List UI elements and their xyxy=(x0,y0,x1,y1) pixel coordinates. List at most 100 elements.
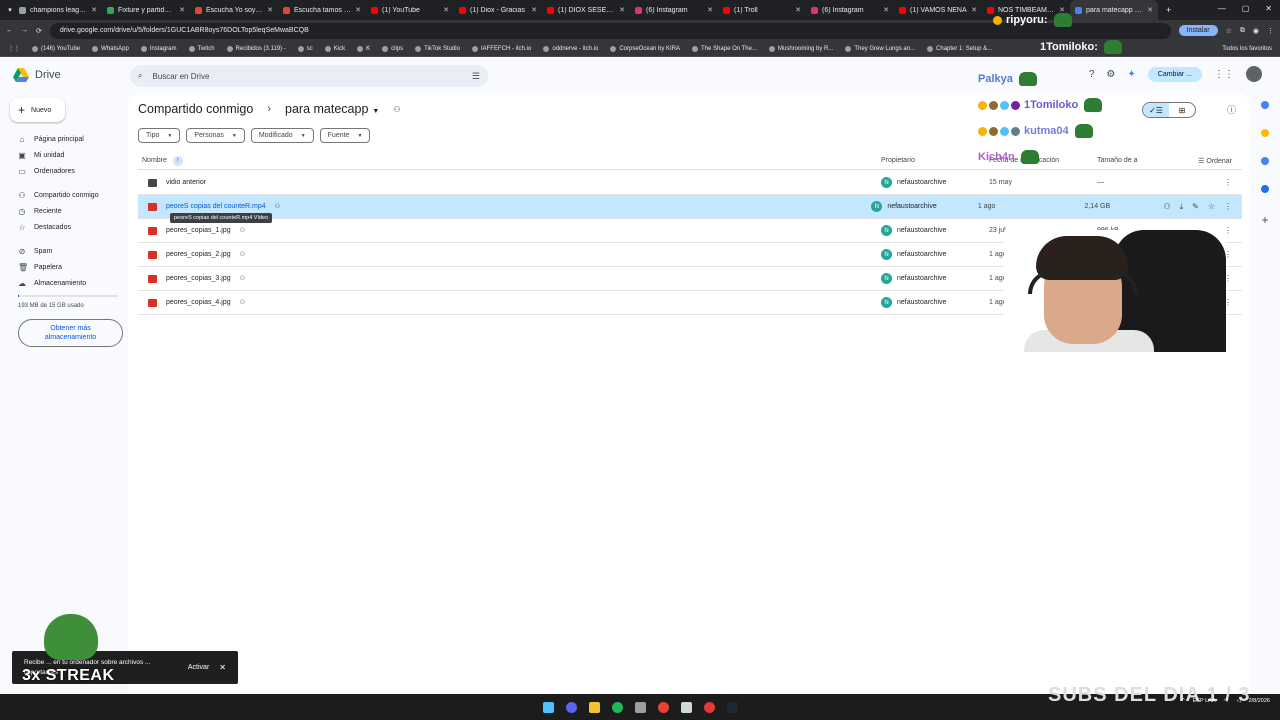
tab-close-icon[interactable]: ✕ xyxy=(619,6,625,14)
bookmark-item[interactable]: WhatsApp xyxy=(92,45,129,52)
keep-icon[interactable] xyxy=(1261,129,1269,137)
bookmark-item[interactable]: The Shape On The... xyxy=(692,45,757,52)
browser-tab[interactable]: Fixture y partidos d ✕ xyxy=(102,0,190,20)
tab-close-icon[interactable]: ✕ xyxy=(267,6,273,14)
reload-icon[interactable]: ⟳ xyxy=(36,27,42,35)
filter-chip-tipo[interactable]: Tipo ▼ xyxy=(138,128,181,143)
volume-icon[interactable]: ◁ xyxy=(1236,698,1240,704)
bookmark-item[interactable]: Chapter 1: Setup &... xyxy=(927,45,992,52)
tab-close-icon[interactable]: ✕ xyxy=(795,6,801,14)
more-actions-icon[interactable]: ⋮ xyxy=(1224,202,1232,212)
calendar-icon[interactable] xyxy=(1261,101,1269,109)
sidebar-item-home[interactable]: ⌂ Página principal xyxy=(10,131,128,147)
wifi-icon[interactable]: ◠ xyxy=(1224,698,1229,704)
file-name[interactable]: peores_copias_1.jpg xyxy=(166,227,231,234)
breadcrumb-current[interactable]: para matecapp ▼ xyxy=(285,102,379,116)
all-bookmarks[interactable]: Todos los favoritos xyxy=(1222,46,1272,52)
file-name[interactable]: vidio anterior xyxy=(166,179,206,186)
install-button[interactable]: Instalar xyxy=(1178,25,1218,36)
windows-start-icon[interactable] xyxy=(542,701,554,713)
extensions-icon[interactable]: ⧉ xyxy=(1240,27,1245,35)
toast-activate-button[interactable]: Activar xyxy=(188,664,209,671)
rename-icon[interactable]: ✎ xyxy=(1192,202,1199,212)
download-icon[interactable]: ⤓ xyxy=(1180,202,1184,212)
table-row[interactable]: peoreS copias del counteR.mp4 ⚇ Nnefaustoa… xyxy=(138,195,1242,223)
bookmarks-apps-icon[interactable]: ⋮⋮ xyxy=(8,45,20,52)
column-name[interactable]: Nombre ↑ xyxy=(138,155,881,166)
new-button[interactable]: + Nuevo xyxy=(10,98,65,122)
sort-arrow-up-icon[interactable]: ↑ xyxy=(172,155,183,166)
bookmark-item[interactable]: Instagram xyxy=(140,45,177,52)
forward-icon[interactable]: → xyxy=(21,27,28,34)
browser-tab[interactable]: (1) Troll ✕ xyxy=(718,0,806,20)
search-bar[interactable]: ⌕ Buscar en Drive ☰ xyxy=(130,65,488,87)
sidebar-item-drive[interactable]: ▣ Mi unidad xyxy=(10,147,128,163)
bookmark-item[interactable]: (146) YouTube xyxy=(32,45,80,52)
share-user-icon[interactable]: ⚇ xyxy=(1163,202,1170,212)
tab-close-icon[interactable]: ✕ xyxy=(1147,6,1153,14)
star-icon[interactable]: ☆ xyxy=(1208,202,1215,212)
bookmark-item[interactable]: sc xyxy=(297,45,313,52)
sidebar-item-trash[interactable]: 🗑 Papelera xyxy=(10,259,128,275)
get-more-storage-button[interactable]: Obtener más almacenamiento xyxy=(18,319,123,347)
apps-grid-icon[interactable]: ⋮⋮ xyxy=(1214,69,1234,80)
tab-close-icon[interactable]: ✕ xyxy=(355,6,361,14)
file-name[interactable]: peoreS copias del counteR.mp4 xyxy=(166,203,266,210)
browser-tab[interactable]: (1) YouTube ✕ xyxy=(366,0,454,20)
bookmark-item[interactable]: Kick xyxy=(324,45,345,52)
new-tab-icon[interactable]: + xyxy=(1158,5,1171,15)
app-icon[interactable] xyxy=(703,701,715,713)
tray-date[interactable]: 2/8/2026 xyxy=(1249,698,1270,705)
tab-close-icon[interactable]: ✕ xyxy=(179,6,185,14)
search-icon[interactable]: ⌕ xyxy=(138,71,142,81)
bookmark-item[interactable]: oddnerve - itch.io xyxy=(543,45,598,52)
bookmark-item[interactable]: TikTok Studio xyxy=(415,45,460,52)
folder-icon[interactable] xyxy=(588,701,600,713)
sidebar-item-star[interactable]: ☆ Destacados xyxy=(10,219,128,235)
discord-icon[interactable] xyxy=(565,701,577,713)
bookmark-star-icon[interactable]: ☆ xyxy=(1226,27,1232,35)
profile-icon[interactable]: ◉ xyxy=(1253,27,1259,35)
browser-tab[interactable]: champions league - ✕ xyxy=(14,0,102,20)
spotify-icon[interactable] xyxy=(611,701,623,713)
add-addon-icon[interactable]: + xyxy=(1250,213,1280,227)
steam-icon[interactable] xyxy=(726,701,738,713)
browser-tab[interactable]: (6) Instagram ✕ xyxy=(630,0,718,20)
tab-close-icon[interactable]: ✕ xyxy=(883,6,889,14)
close-window-icon[interactable]: ✕ xyxy=(1265,4,1272,13)
app-icon[interactable] xyxy=(680,701,692,713)
table-row[interactable]: vidio anterior Nnefaustoarchive 15 may — ⋮ xyxy=(138,171,1242,195)
app-icon[interactable] xyxy=(634,701,646,713)
tab-close-icon[interactable]: ✕ xyxy=(707,6,713,14)
tab-close-icon[interactable]: ✕ xyxy=(531,6,537,14)
bookmark-item[interactable]: They Grew Lungs an... xyxy=(845,45,915,52)
sidebar-item-people[interactable]: ⚇ Compartido conmigo xyxy=(10,187,128,203)
filter-chip-personas[interactable]: Personas ▼ xyxy=(186,128,245,143)
bookmark-item[interactable]: Recibidos (3.119) - xyxy=(226,45,286,52)
tab-close-icon[interactable]: ✕ xyxy=(971,6,977,14)
search-input[interactable]: Buscar en Drive xyxy=(152,72,209,81)
info-icon[interactable]: ⓘ xyxy=(1227,103,1236,116)
file-name[interactable]: peores_copias_2.jpg xyxy=(166,251,231,258)
close-icon[interactable]: ✕ xyxy=(219,663,226,672)
contacts-icon[interactable] xyxy=(1261,185,1269,193)
chrome-icon[interactable] xyxy=(657,701,669,713)
browser-tab[interactable]: para matecapp - Go ✕ xyxy=(1070,0,1158,20)
more-actions-icon[interactable]: ⋮ xyxy=(1224,178,1232,187)
sidebar-item-spam[interactable]: ⊘ Spam xyxy=(10,243,128,259)
tab-search-icon[interactable]: ▾ xyxy=(0,6,14,14)
sidebar-item-cloud[interactable]: ☁ Almacenamiento xyxy=(10,275,128,291)
tasks-icon[interactable] xyxy=(1261,157,1269,165)
bookmark-item[interactable]: Twitch xyxy=(188,45,215,52)
menu-icon[interactable]: ⋮ xyxy=(1267,27,1274,35)
bookmark-item[interactable]: Mushrooming by R... xyxy=(768,45,833,52)
sort-button[interactable]: ☰ Ordenar xyxy=(1177,157,1242,165)
tab-close-icon[interactable]: ✕ xyxy=(443,6,449,14)
tab-close-icon[interactable]: ✕ xyxy=(91,6,97,14)
search-options-icon[interactable]: ☰ xyxy=(472,71,480,82)
breadcrumb-root[interactable]: Compartido conmigo xyxy=(138,102,253,116)
browser-tab[interactable]: Escucha tamos en ✕ xyxy=(278,0,366,20)
avatar[interactable] xyxy=(1246,66,1262,82)
filter-chip-modificado[interactable]: Modificado ▼ xyxy=(250,128,314,143)
browser-tab[interactable]: (6) Instagram ✕ xyxy=(806,0,894,20)
